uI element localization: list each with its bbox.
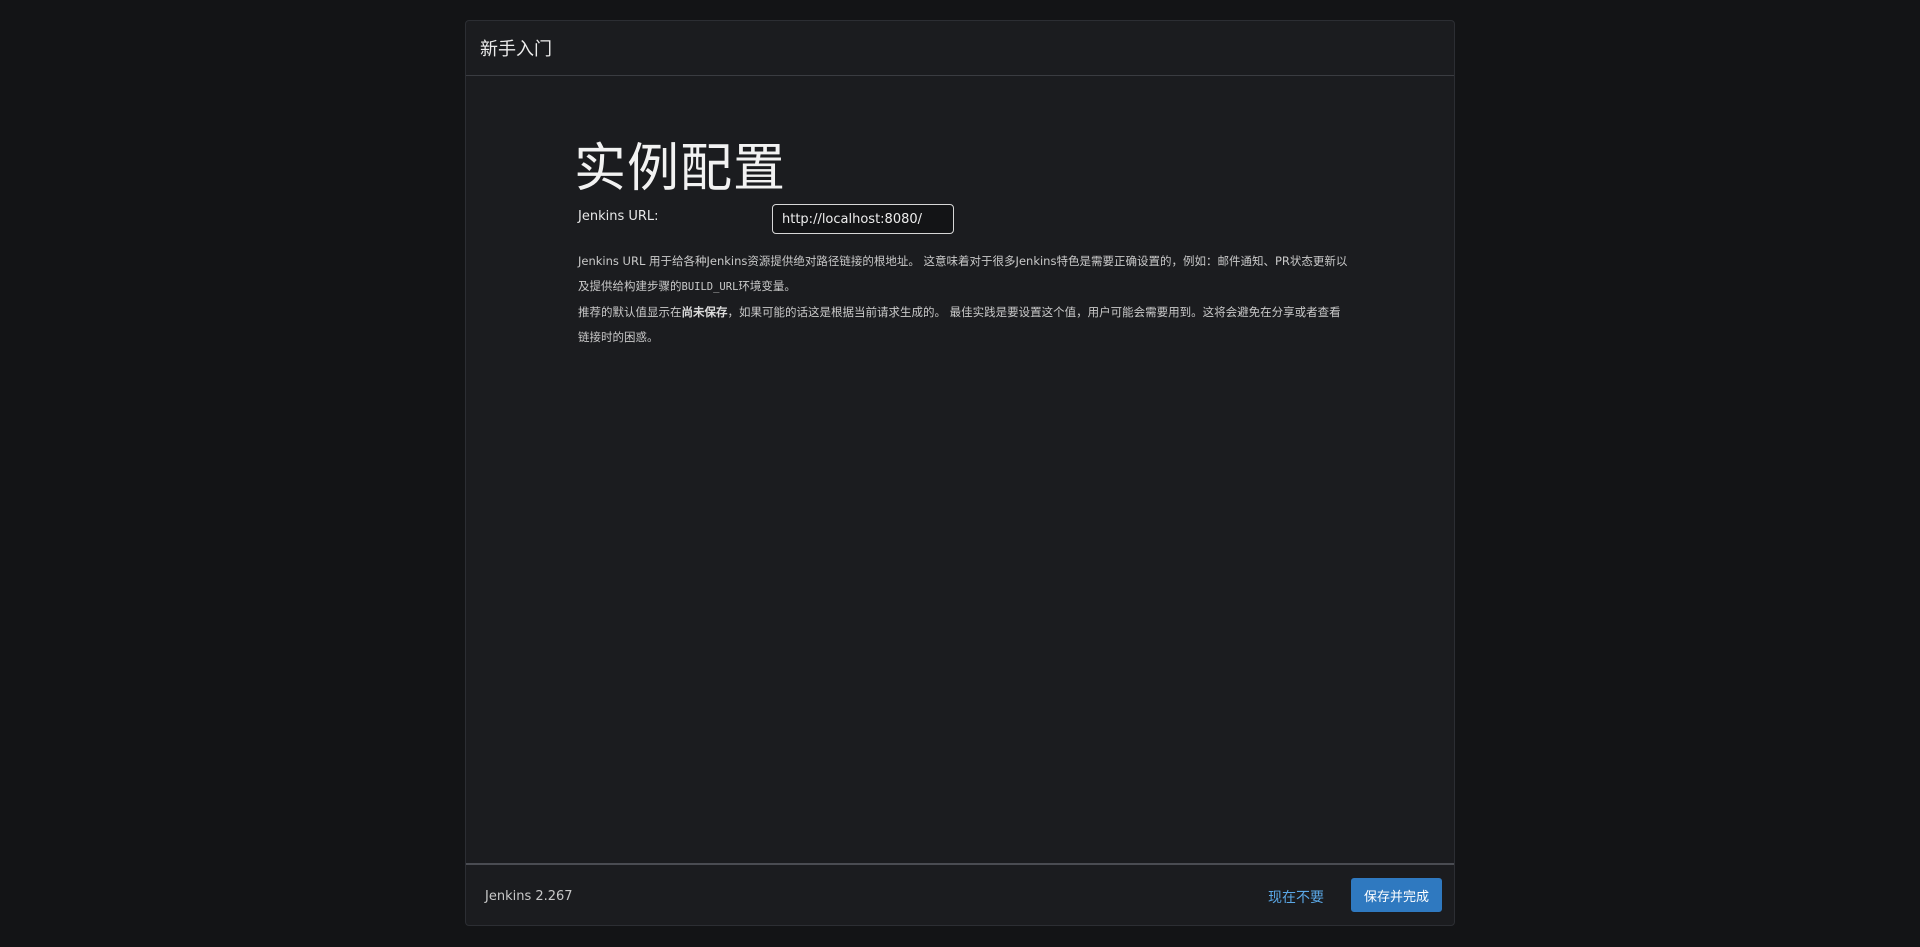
dialog-header: 新手入门 xyxy=(466,21,1454,76)
help-text-2a: 推荐的默认值显示在 xyxy=(578,305,682,319)
dialog-footer: Jenkins 2.267 现在不要 保存并完成 xyxy=(466,863,1454,925)
page-title: 实例配置 xyxy=(574,139,787,199)
jenkins-url-input[interactable] xyxy=(772,204,954,234)
jenkins-url-help-text: Jenkins URL 用于给各种Jenkins资源提供绝对路径链接的根地址。 … xyxy=(578,249,1348,350)
skip-button[interactable]: 现在不要 xyxy=(1268,887,1324,907)
dialog-title: 新手入门 xyxy=(480,39,552,60)
jenkins-url-label: Jenkins URL: xyxy=(578,209,659,224)
jenkins-url-row: Jenkins URL: xyxy=(574,201,1349,237)
help-paragraph-1: Jenkins URL 用于给各种Jenkins资源提供绝对路径链接的根地址。 … xyxy=(578,249,1348,300)
save-and-finish-button[interactable]: 保存并完成 xyxy=(1350,878,1442,912)
dialog-body: 实例配置 Jenkins URL: Jenkins URL 用于给各种Jenki… xyxy=(466,77,1454,863)
build-url-code: BUILD_URL xyxy=(681,281,739,293)
help-text-2-strong: 尚未保存 xyxy=(681,305,728,319)
help-text-1b: 环境变量。 xyxy=(738,279,796,293)
setup-wizard-dialog: 新手入门 实例配置 Jenkins URL: Jenkins URL 用于给各种… xyxy=(465,20,1455,926)
jenkins-version: Jenkins 2.267 xyxy=(485,889,573,904)
help-paragraph-2: 推荐的默认值显示在尚未保存，如果可能的话这是根据当前请求生成的。 最佳实践是要设… xyxy=(578,300,1348,350)
instance-config-panel: 实例配置 Jenkins URL: Jenkins URL 用于给各种Jenki… xyxy=(574,137,1349,350)
